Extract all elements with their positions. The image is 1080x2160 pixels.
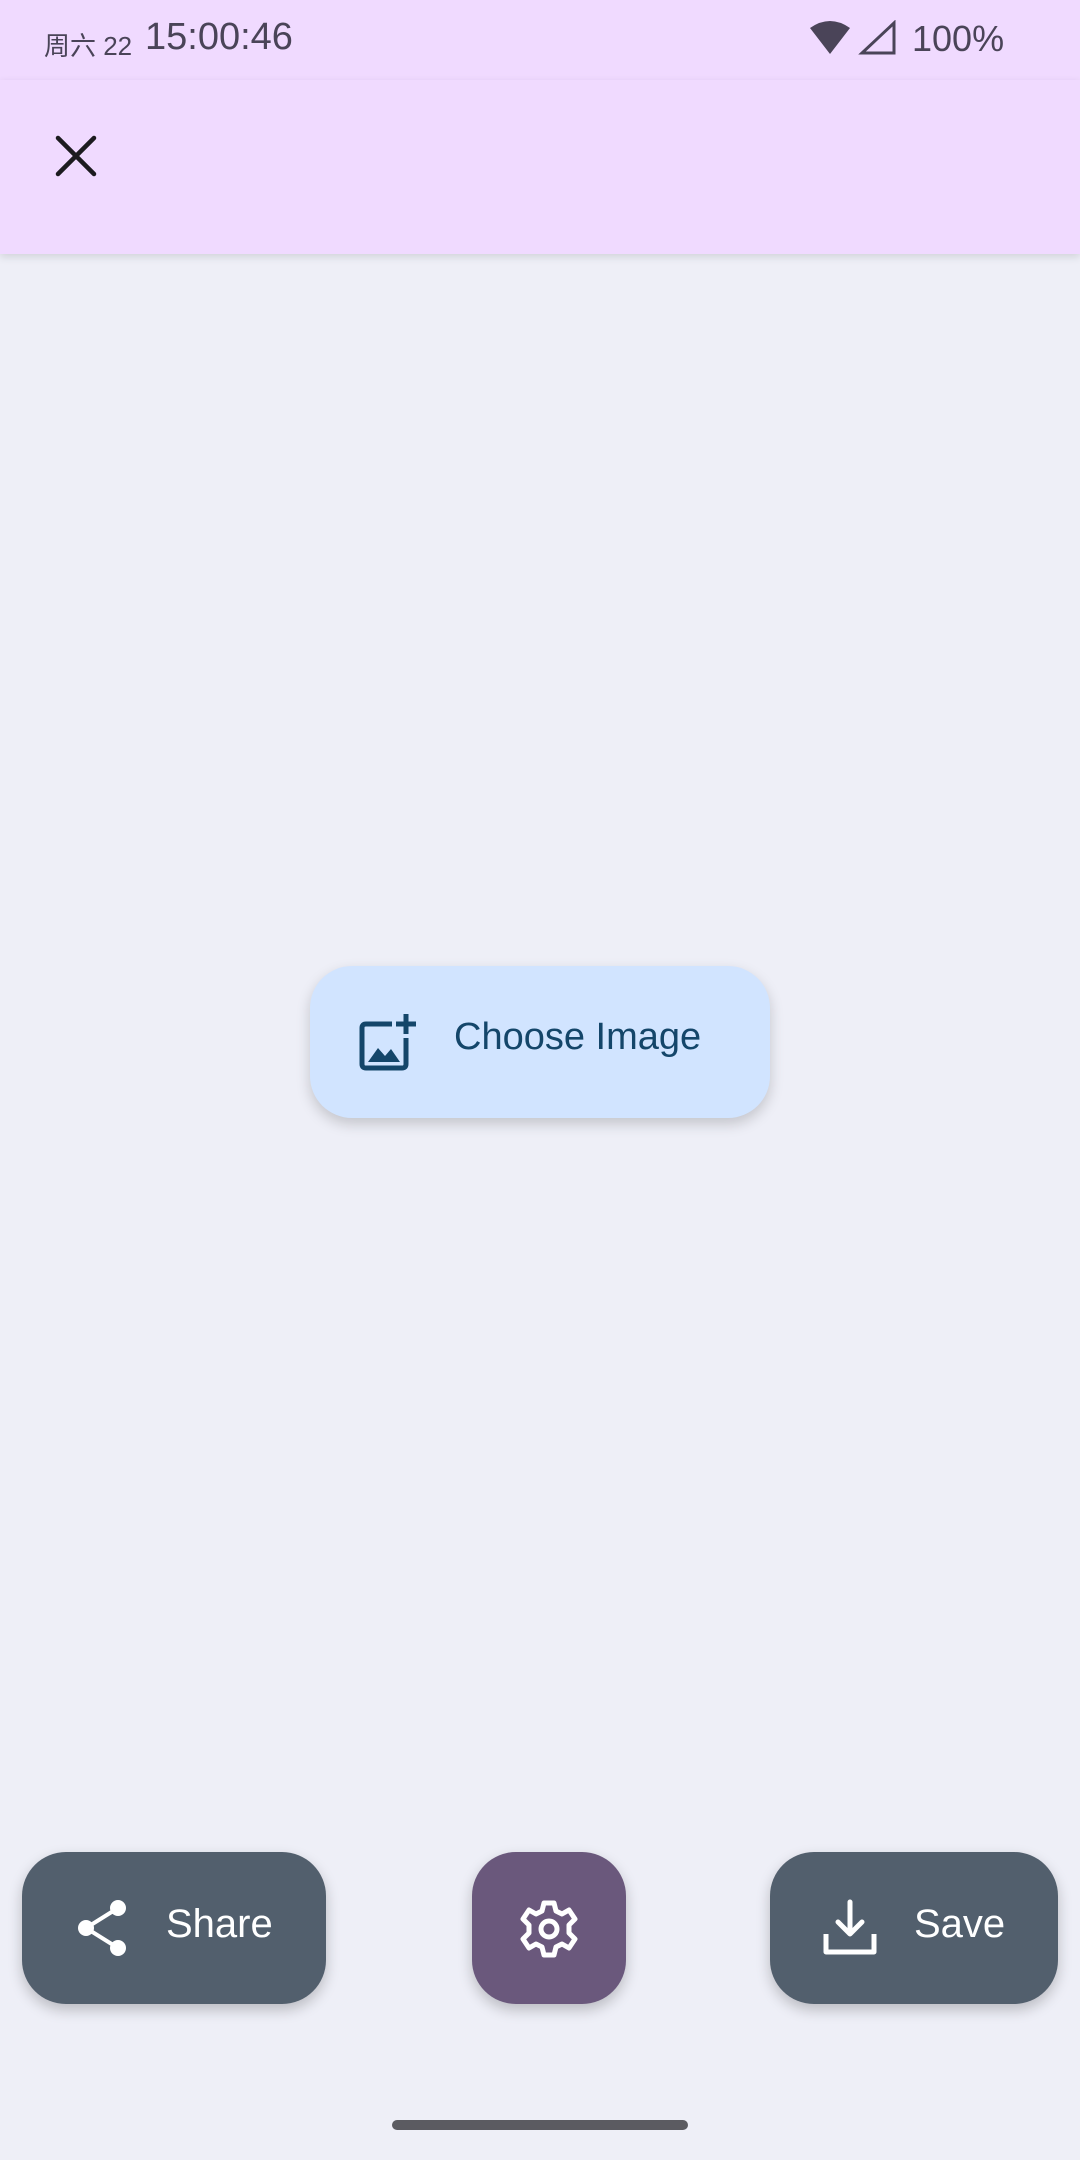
save-label: Save xyxy=(914,1902,1006,1946)
close-button[interactable] xyxy=(40,122,112,194)
save-button[interactable]: Save xyxy=(770,1852,1058,2004)
wifi-icon xyxy=(808,20,852,60)
close-icon xyxy=(54,134,98,182)
choose-image-button[interactable]: Choose Image xyxy=(310,966,770,1118)
status-date: 周六 22 xyxy=(44,31,133,61)
choose-image-label: Choose Image xyxy=(454,1016,702,1058)
settings-button[interactable] xyxy=(472,1852,626,2004)
share-button[interactable]: Share xyxy=(22,1852,326,2004)
gear-icon xyxy=(518,1898,580,1964)
download-icon xyxy=(820,1898,880,1962)
home-indicator[interactable] xyxy=(392,2120,688,2130)
status-time: 15:00:46 xyxy=(145,16,293,58)
share-label: Share xyxy=(166,1902,273,1946)
battery-level: 100% xyxy=(912,18,1005,59)
add-photo-icon xyxy=(358,1012,418,1076)
signal-icon xyxy=(858,19,898,60)
status-icons: 100% xyxy=(780,14,1080,64)
share-icon xyxy=(72,1898,132,1962)
status-bar: 周六 22 15:00:46 100% xyxy=(0,0,1080,80)
top-app-bar xyxy=(0,80,1080,254)
